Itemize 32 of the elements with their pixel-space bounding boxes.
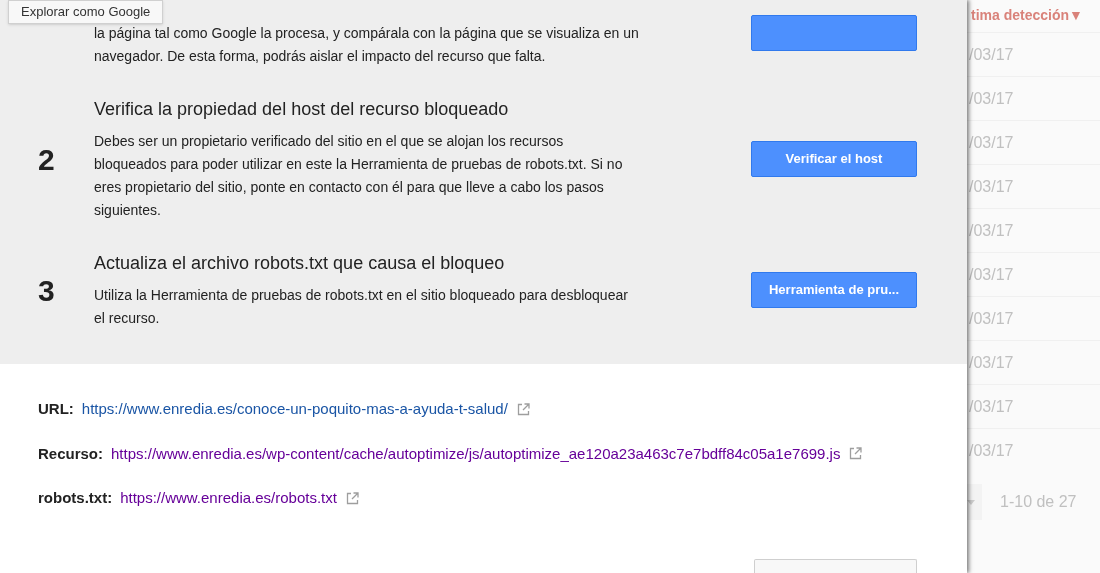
detail-label: URL: bbox=[38, 399, 74, 419]
date-cell-text: /03/17 bbox=[969, 44, 1014, 65]
close-button[interactable] bbox=[754, 559, 917, 573]
detail-label: robots.txt: bbox=[38, 488, 113, 508]
date-cell-text: /03/17 bbox=[969, 132, 1014, 153]
step-title: Verifica la propiedad del host del recurso bloqueado bbox=[94, 98, 510, 121]
date-cell-text: /03/17 bbox=[969, 220, 1014, 241]
step-description: la página tal como Google la procesa, y compárala con la página que se visualiza en un navegador. De esta forma, podrás aislar el impacto del recurso que falta. bbox=[94, 24, 639, 66]
detail-link[interactable]: https://www.enredia.es/wp-content/cache/autoptimize/js/autoptimize_ae120a23a463c7e7bdff84c05a1e7699.js bbox=[111, 442, 841, 465]
date-cell-text: /03/17 bbox=[969, 308, 1014, 329]
pagination-text: 1-10 de 27 bbox=[1000, 492, 1077, 512]
tooltip: Explorar como Google bbox=[8, 0, 164, 24]
step-title: Actualiza el archivo robots.txt que causa el bloqueo bbox=[94, 252, 506, 275]
date-cell-text: /03/17 bbox=[969, 440, 1014, 461]
date-cell-text: /03/17 bbox=[969, 176, 1014, 197]
detail-link[interactable]: https://www.enredia.es/robots.txt bbox=[120, 487, 337, 510]
date-cell-text: /03/17 bbox=[969, 264, 1014, 285]
rows-dropdown[interactable] bbox=[967, 484, 982, 520]
external-link-icon bbox=[849, 447, 863, 461]
external-link-icon bbox=[345, 491, 359, 505]
date-cell-text: /03/17 bbox=[969, 88, 1014, 109]
step-description: Utiliza la Herramienta de pruebas de robots.txt en el sitio bloqueado para desbloquear el recurso. bbox=[94, 286, 629, 328]
date-cell-text: /03/17 bbox=[969, 352, 1014, 373]
step-button[interactable] bbox=[751, 15, 917, 51]
step-number: 2 bbox=[38, 142, 55, 176]
external-link-icon bbox=[516, 402, 530, 416]
step-number: 3 bbox=[38, 273, 55, 307]
caret-icon bbox=[967, 499, 975, 505]
detail-link[interactable]: https://www.enredia.es/conoce-un-poquito-mas-a-ayuda-t-salud/ bbox=[81, 398, 508, 421]
step-description: Debes ser un propietario verificado del sitio en el que se alojan los recursos bloqueados para poder utilizar en este la Herramienta de pruebas de robots.txt. Si no eres propietario del sitio, ponte en contacto con él para que lleve a cabo los pasos siguientes. bbox=[94, 132, 624, 220]
date-cell-text: /03/17 bbox=[969, 396, 1014, 417]
detail-label: Recurso: bbox=[38, 443, 104, 464]
